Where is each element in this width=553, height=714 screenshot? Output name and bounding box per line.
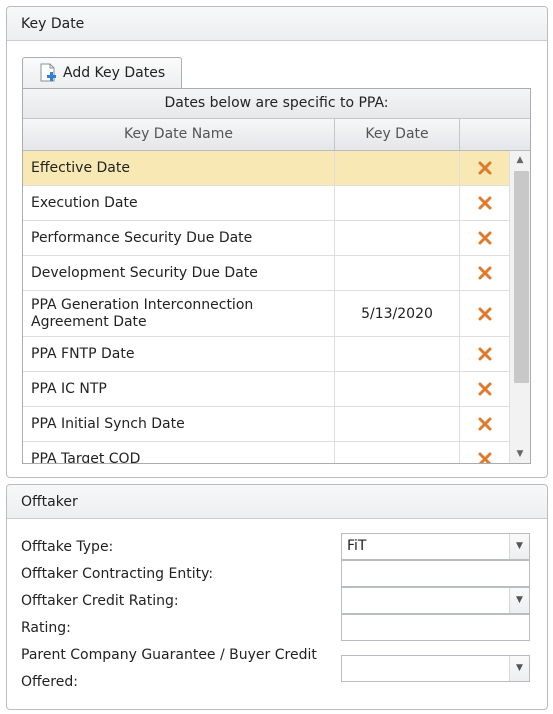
delete-icon[interactable] (478, 382, 492, 396)
key-date-name-cell: PPA Generation Interconnection Agreement… (23, 291, 335, 336)
chevron-down-icon[interactable]: ▼ (509, 588, 529, 613)
key-date-value-cell[interactable] (335, 151, 460, 185)
scroll-thumb[interactable] (514, 171, 529, 383)
scroll-down-arrow-icon[interactable]: ▼ (510, 445, 530, 463)
credit-rating-label: Offtaker Credit Rating: (21, 593, 179, 609)
grid-body: Effective Date Execution Date Performanc… (23, 151, 509, 464)
delete-icon[interactable] (478, 161, 492, 175)
key-date-panel: Key Date Add Key Dates Dates below are s… (6, 6, 548, 478)
grid-caption: Dates below are specific to PPA: (23, 89, 530, 119)
delete-icon[interactable] (478, 452, 492, 464)
offtaker-panel: Offtaker Offtake Type: FiT ▼ Offtaker Co… (6, 484, 548, 710)
key-date-value-cell[interactable] (335, 372, 460, 406)
key-date-name-cell: Performance Security Due Date (23, 221, 335, 255)
delete-icon[interactable] (478, 417, 492, 431)
offtake-type-value: FiT (347, 538, 367, 554)
parent-guarantee-label-line2: Offered: (21, 674, 78, 690)
column-header-key-date[interactable]: Key Date (335, 119, 460, 150)
key-date-value-cell[interactable] (335, 337, 460, 371)
key-date-name-cell: PPA FNTP Date (23, 337, 335, 371)
scroll-up-arrow-icon[interactable]: ▲ (510, 151, 530, 169)
table-row[interactable]: Development Security Due Date (23, 256, 509, 291)
key-date-value-cell[interactable] (335, 442, 460, 463)
delete-icon[interactable] (478, 307, 492, 321)
table-row[interactable]: Effective Date (23, 151, 509, 186)
parent-guarantee-select[interactable]: ▼ (341, 655, 530, 682)
add-document-icon (40, 63, 56, 82)
delete-icon[interactable] (478, 266, 492, 280)
chevron-down-icon[interactable]: ▼ (509, 534, 529, 559)
offtaker-section-title: Offtaker (7, 485, 547, 519)
table-row[interactable]: Execution Date (23, 186, 509, 221)
offtake-type-label: Offtake Type: (21, 539, 114, 555)
column-header-actions (460, 119, 530, 150)
key-date-value-cell[interactable] (335, 221, 460, 255)
key-date-name-cell: Development Security Due Date (23, 256, 335, 290)
offtake-type-select[interactable]: FiT ▼ (341, 533, 530, 560)
column-header-key-date-name[interactable]: Key Date Name (23, 119, 335, 150)
table-row[interactable]: PPA Generation Interconnection Agreement… (23, 291, 509, 337)
credit-rating-select[interactable]: ▼ (341, 587, 530, 614)
chevron-down-icon[interactable]: ▼ (509, 656, 529, 681)
add-key-dates-button[interactable]: Add Key Dates (22, 57, 182, 88)
key-date-name-cell: PPA Initial Synch Date (23, 407, 335, 441)
key-dates-grid: Dates below are specific to PPA: Key Dat… (22, 88, 531, 464)
table-row[interactable]: PPA IC NTP (23, 372, 509, 407)
key-date-name-cell: Effective Date (23, 151, 335, 185)
key-date-value-cell[interactable] (335, 407, 460, 441)
table-row[interactable]: Performance Security Due Date (23, 221, 509, 256)
key-date-value-cell[interactable] (335, 186, 460, 220)
key-date-name-cell: PPA IC NTP (23, 372, 335, 406)
key-date-value-cell[interactable] (335, 256, 460, 290)
delete-icon[interactable] (478, 231, 492, 245)
rating-field[interactable] (341, 614, 530, 641)
contracting-entity-field[interactable] (341, 560, 530, 587)
parent-guarantee-label-line1: Parent Company Guarantee / Buyer Credit (21, 647, 317, 663)
table-row[interactable]: PPA Target COD (23, 442, 509, 464)
add-key-dates-label: Add Key Dates (63, 65, 166, 81)
grid-vertical-scrollbar[interactable]: ▲ ▼ (509, 151, 530, 463)
key-date-name-cell: PPA Target COD (23, 442, 335, 463)
key-date-section-title: Key Date (7, 7, 547, 41)
table-row[interactable]: PPA Initial Synch Date (23, 407, 509, 442)
table-row[interactable]: PPA FNTP Date (23, 337, 509, 372)
delete-icon[interactable] (478, 196, 492, 210)
key-date-value-cell[interactable]: 5/13/2020 (335, 291, 460, 336)
key-date-name-cell: Execution Date (23, 186, 335, 220)
rating-label: Rating: (21, 620, 71, 636)
grid-header-row: Key Date Name Key Date (23, 119, 530, 151)
contracting-entity-label: Offtaker Contracting Entity: (21, 566, 214, 582)
delete-icon[interactable] (478, 347, 492, 361)
